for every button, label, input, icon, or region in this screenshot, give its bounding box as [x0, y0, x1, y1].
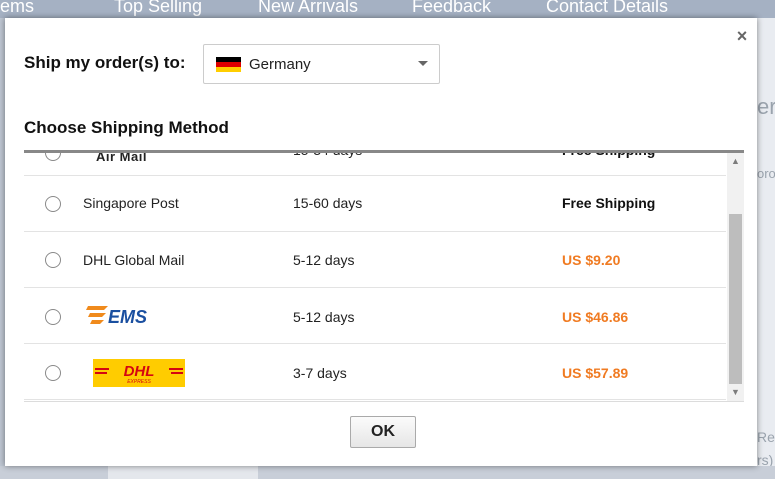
- dhl-global-mail-price: US $9.20: [562, 252, 621, 268]
- shipping-row-ems[interactable]: EMS 5-12 days US $46.86: [24, 288, 726, 344]
- choose-method-title: Choose Shipping Method: [24, 118, 229, 137]
- list-scrollbar[interactable]: ▲ ▼: [727, 153, 744, 401]
- dhl-global-mail-name: DHL Global Mail: [83, 252, 185, 268]
- singapore-post-radio[interactable]: [45, 196, 61, 212]
- ok-button[interactable]: OK: [350, 416, 416, 448]
- background-panel: [108, 466, 258, 479]
- shipping-row-air-mail[interactable]: Air Mail 15-34 days Free Shipping: [24, 150, 726, 176]
- background-right-strip: er oro Re rs): [757, 18, 775, 479]
- shipping-modal: × Ship my order(s) to: Germany Choose Sh…: [5, 18, 757, 466]
- dhl-global-mail-days: 5-12 days: [293, 252, 355, 268]
- bg-nav-items: Items: [0, 0, 35, 16]
- singapore-post-days: 15-60 days: [293, 195, 363, 211]
- flag-stripe-bottom: [216, 67, 241, 72]
- dhl-express-days: 3-7 days: [293, 365, 347, 381]
- singapore-post-price: Free Shipping: [562, 195, 656, 211]
- ems-days: 5-12 days: [293, 309, 355, 325]
- shipping-methods-list: Air Mail 15-34 days Free Shipping Singap…: [24, 150, 744, 402]
- shipping-row-dhl-global-mail[interactable]: DHL Global Mail 5-12 days US $9.20: [24, 232, 726, 288]
- shipping-row-singapore-post[interactable]: Singapore Post 15-60 days Free Shipping: [24, 176, 726, 232]
- ems-logo: EMS: [86, 306, 147, 327]
- ems-logo-swoosh: [86, 306, 108, 324]
- air-mail-price: Free Shipping: [562, 150, 656, 158]
- ship-to-label: Ship my order(s) to:: [24, 53, 186, 72]
- air-mail-days: 15-34 days: [293, 150, 363, 158]
- close-icon[interactable]: ×: [734, 27, 750, 45]
- dhl-global-mail-radio[interactable]: [45, 252, 61, 268]
- selected-country: Germany: [249, 56, 311, 73]
- dhl-logo-text: DHL: [124, 363, 155, 380]
- dhl-logo-subtext: EXPRESS: [127, 379, 151, 385]
- ems-radio[interactable]: [45, 309, 61, 325]
- background-bottom: [0, 466, 775, 479]
- bg-fragment-2: oro: [757, 166, 775, 181]
- bg-fragment-1: er: [757, 94, 775, 119]
- singapore-post-name: Singapore Post: [83, 195, 179, 211]
- dhl-express-price: US $57.89: [562, 365, 629, 381]
- country-select[interactable]: Germany: [203, 44, 440, 84]
- chevron-down-icon: [418, 61, 428, 66]
- scrollbar-thumb[interactable]: [729, 214, 742, 384]
- air-mail-logo: Air Mail: [96, 150, 147, 164]
- bg-nav-feedback: Feedback: [412, 0, 492, 16]
- bg-nav-new-arrivals: New Arrivals: [258, 0, 359, 16]
- bg-nav-contact-details: Contact Details: [546, 0, 669, 16]
- shipping-row-dhl-express[interactable]: DHL EXPRESS 3-7 days US $57.89: [24, 344, 726, 400]
- bg-nav-top-selling: Top Selling: [114, 0, 203, 16]
- ems-logo-text: EMS: [108, 307, 147, 327]
- background-nav-bar: Items Top Selling New Arrivals Feedback …: [0, 0, 775, 18]
- bg-fragment-3: Re: [757, 429, 775, 445]
- germany-flag-icon: [216, 57, 241, 72]
- air-mail-radio[interactable]: [45, 153, 61, 161]
- dhl-express-logo: DHL EXPRESS: [93, 359, 185, 387]
- dhl-express-radio[interactable]: [45, 365, 61, 381]
- ems-price: US $46.86: [562, 309, 629, 325]
- scroll-down-icon[interactable]: ▼: [727, 384, 744, 401]
- scroll-up-icon[interactable]: ▲: [727, 153, 744, 170]
